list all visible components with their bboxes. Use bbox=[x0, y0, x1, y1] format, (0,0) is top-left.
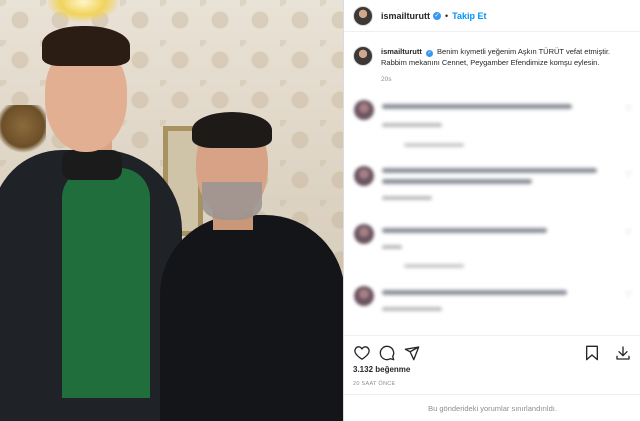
comment-list: ♡ ♡ ♡ ♡ bbox=[344, 96, 640, 328]
caption-username[interactable]: ismailturutt bbox=[381, 47, 422, 56]
action-bar bbox=[344, 335, 640, 363]
list-item: ♡ bbox=[344, 282, 640, 328]
blurred-comment-meta bbox=[382, 123, 442, 127]
post-photo[interactable] bbox=[0, 0, 343, 421]
comment-heart-icon[interactable]: ♡ bbox=[625, 170, 632, 179]
left-person-hair bbox=[42, 26, 130, 66]
share-icon[interactable] bbox=[403, 344, 421, 362]
bookmark-icon[interactable] bbox=[583, 344, 601, 362]
blurred-comment-meta bbox=[382, 196, 432, 200]
caption-text: ismailturutt ✓ Benim kıymetli yeğenim Aş… bbox=[381, 46, 610, 68]
commenter-avatar[interactable] bbox=[354, 286, 374, 306]
verified-badge-icon: ✓ bbox=[433, 11, 442, 20]
right-person-beard bbox=[202, 182, 262, 220]
comment-heart-icon[interactable]: ♡ bbox=[625, 290, 632, 299]
heart-icon[interactable] bbox=[353, 344, 371, 362]
like-count[interactable]: 3.132 beğenme bbox=[353, 365, 410, 374]
list-item: ♡ bbox=[344, 158, 640, 220]
blurred-comment-meta bbox=[382, 245, 402, 249]
commenter-avatar[interactable] bbox=[354, 224, 374, 244]
comment-heart-icon[interactable]: ♡ bbox=[625, 104, 632, 113]
blurred-comment-text bbox=[382, 228, 547, 233]
left-person-collar bbox=[62, 150, 122, 180]
caption-line-1: Benim kıymetli yeğenim Aşkın TÜRÜT vefat… bbox=[437, 47, 611, 56]
caption-line-2: Rabbim mekanını Cennet, Peygamber Efendi… bbox=[381, 58, 600, 67]
right-person-hair bbox=[192, 112, 272, 148]
post-header: ismailturutt ✓ • Takip Et bbox=[344, 0, 640, 32]
comment-icon[interactable] bbox=[378, 344, 396, 362]
verified-badge-icon: ✓ bbox=[425, 50, 433, 57]
right-person-shirt bbox=[160, 215, 343, 421]
follow-button[interactable]: Takip Et bbox=[452, 11, 486, 21]
blurred-comment-text bbox=[382, 168, 597, 173]
left-person-sweater bbox=[62, 168, 150, 398]
blurred-comment-text bbox=[382, 290, 567, 295]
username-link[interactable]: ismailturutt bbox=[381, 11, 430, 21]
post-side-panel: ismailturutt ✓ • Takip Et ismailturutt ✓… bbox=[343, 0, 640, 421]
comments-restricted-notice: Bu gönderideki yorumlar sınırlandırıldı. bbox=[344, 394, 640, 421]
blurred-replies-link[interactable] bbox=[404, 143, 464, 147]
post-timestamp: 20 SAAT ÖNCE bbox=[353, 381, 396, 387]
commenter-avatar[interactable] bbox=[354, 100, 374, 120]
separator-dot: • bbox=[445, 10, 449, 21]
download-icon[interactable] bbox=[614, 344, 632, 362]
comment-heart-icon[interactable]: ♡ bbox=[625, 228, 632, 237]
blurred-replies-link[interactable] bbox=[404, 264, 464, 268]
blurred-comment-text bbox=[382, 104, 572, 109]
list-item: ♡ bbox=[344, 220, 640, 282]
blurred-comment-text bbox=[382, 179, 532, 184]
commenter-avatar[interactable] bbox=[354, 166, 374, 186]
wall-ornament bbox=[0, 105, 46, 157]
blurred-comment-meta bbox=[382, 307, 442, 311]
avatar[interactable] bbox=[353, 5, 373, 26]
post-caption: ismailturutt ✓ Benim kıymetli yeğenim Aş… bbox=[344, 32, 640, 68]
avatar[interactable] bbox=[353, 46, 373, 66]
list-item: ♡ bbox=[344, 96, 640, 158]
caption-age: 20s bbox=[381, 76, 392, 83]
